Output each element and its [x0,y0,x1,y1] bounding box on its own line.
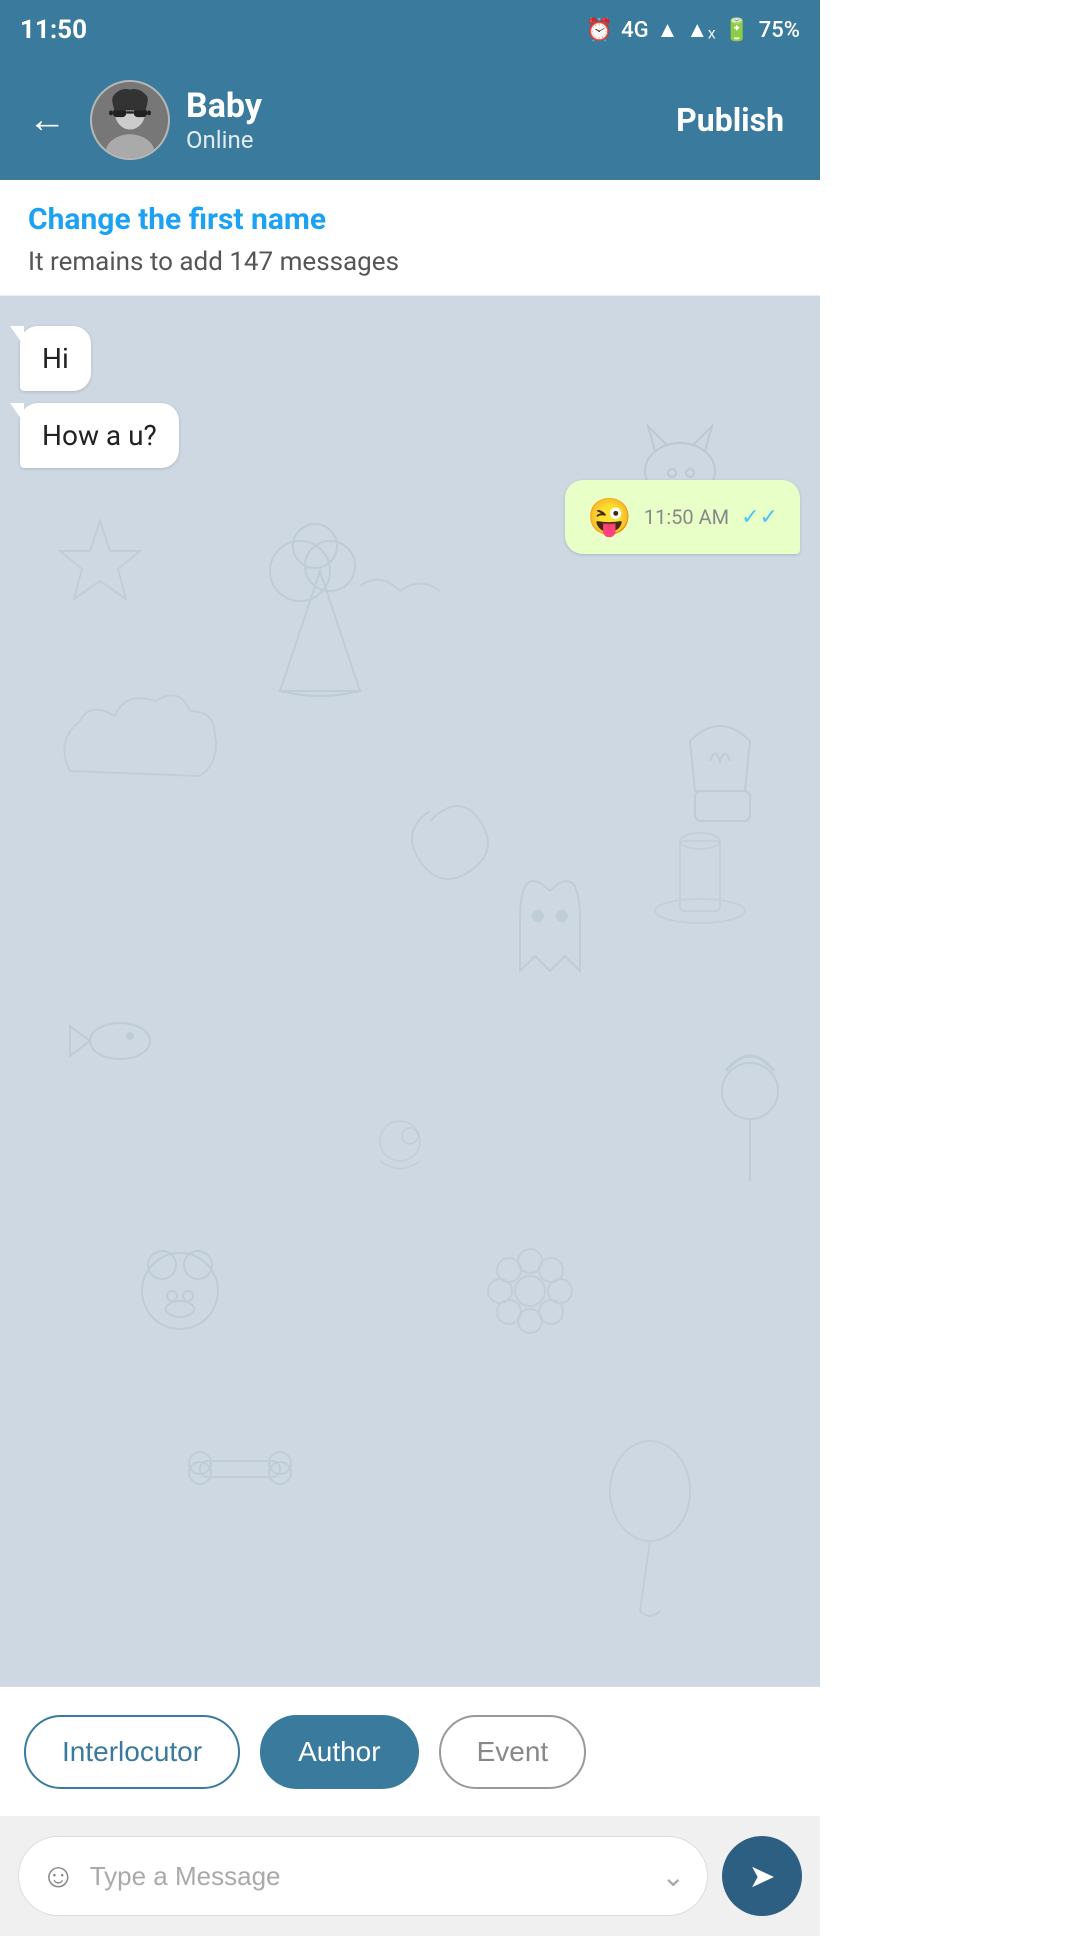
signal-icon: ▲ [657,17,679,43]
chevron-down-icon[interactable]: ⌄ [662,1860,685,1893]
message-sent-1: 😜 11:50 AM ✓✓ [20,480,800,554]
message-received-1: Hi [20,326,527,391]
bubble-how: How a u? [20,403,179,468]
chat-header: ← Baby Online Publish [0,60,820,180]
status-right: ⏰ 4G ▲ ▲ₓ 🔋 75% [586,17,800,43]
back-button[interactable]: ← [20,90,74,150]
battery-label: 75% [759,18,800,43]
network-label: 4G [621,18,649,43]
info-title[interactable]: Change the first name [28,202,792,237]
emoji-picker-icon[interactable]: ☺ [41,1856,76,1896]
message-input[interactable] [90,1861,648,1892]
contact-status: Online [186,126,644,154]
event-button[interactable]: Event [439,1715,587,1789]
msg-text-how: How a u? [42,419,157,452]
sent-emoji: 😜 [587,496,632,538]
avatar [90,80,170,160]
info-banner: Change the first name It remains to add … [0,180,820,296]
message-input-area: ☺ ⌄ ➤ [0,1816,820,1936]
chat-area: Hi How a u? 😜 11:50 AM ✓✓ [0,296,820,1686]
input-container[interactable]: ☺ ⌄ [18,1836,708,1916]
info-subtitle: It remains to add 147 messages [28,247,792,277]
contact-name: Baby [186,86,644,127]
msg-ticks: ✓✓ [741,505,778,530]
header-info: Baby Online [186,86,644,155]
status-time: 11:50 [20,15,87,45]
author-button[interactable]: Author [260,1715,419,1789]
bubble-emoji: 😜 11:50 AM ✓✓ [565,480,800,554]
bubble-hi: Hi [20,326,91,391]
interlocutor-button[interactable]: Interlocutor [24,1715,240,1789]
battery-icon: 🔋 [723,18,750,43]
send-icon: ➤ [749,1857,776,1895]
msg-text-hi: Hi [42,342,69,375]
role-buttons-bar: Interlocutor Author Event [0,1686,820,1816]
status-bar: 11:50 ⏰ 4G ▲ ▲ₓ 🔋 75% [0,0,820,60]
msg-time: 11:50 AM [644,505,729,529]
publish-button[interactable]: Publish [660,93,800,147]
signal-x-icon: ▲ₓ [686,17,715,43]
send-button[interactable]: ➤ [722,1836,802,1916]
message-received-2: How a u? [20,403,527,468]
alarm-icon: ⏰ [586,18,613,43]
messages-container: Hi How a u? 😜 11:50 AM ✓✓ [0,296,820,584]
